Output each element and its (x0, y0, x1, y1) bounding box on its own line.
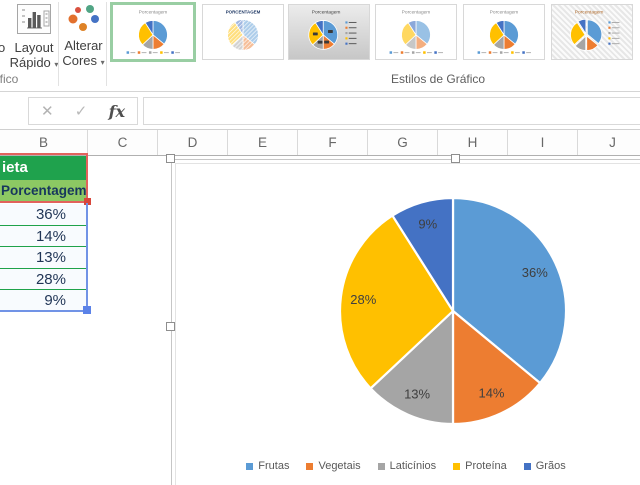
quick-layout-label-1: Layout (8, 40, 60, 55)
column-header-I[interactable]: I (508, 130, 578, 155)
sheet-area: ieta Porcentagem 36%14%13%28%9% 36%14%13… (0, 156, 640, 485)
formula-input[interactable] (143, 97, 640, 125)
column-header-row: BCDEFGHIJ (0, 130, 640, 156)
excel-window: o Layout Rápido (0, 0, 640, 485)
change-colors-label-1: Alterar (61, 38, 106, 53)
change-colors-label-2: Cores ▾ (61, 53, 106, 70)
legend-label: Laticínios (390, 460, 436, 472)
column-header-J[interactable]: J (578, 130, 640, 155)
legend-label: Proteína (465, 460, 507, 472)
formula-bar: ✕ ✓ fx (0, 92, 640, 130)
chart-legend: Frutas Vegetais Laticínios Proteína Grãos (171, 460, 640, 472)
formula-bar-buttons: ✕ ✓ fx (28, 97, 138, 125)
quick-layout-button[interactable]: Layout Rápido ▾ (8, 2, 60, 72)
pie-chart[interactable]: 36% 14% 13% 28% 9% (336, 194, 570, 428)
change-colors-icon (61, 3, 106, 36)
enter-icon[interactable]: ✓ (75, 102, 88, 120)
column-header-D[interactable]: D (158, 130, 228, 155)
data-label: 28% (350, 292, 376, 307)
chart-style-2[interactable]: PORCENTAGEM (202, 4, 284, 60)
chart-style-1[interactable]: Porcentagem (110, 2, 196, 62)
dropdown-arrow-icon: ▾ (101, 58, 105, 67)
chart-style-4[interactable]: Porcentagem (375, 4, 457, 60)
thumb-title: Porcentagem (490, 10, 519, 16)
legend-item-grãos[interactable]: Grãos (524, 460, 566, 472)
legend-swatch-icon (306, 463, 313, 470)
column-header-F[interactable]: F (298, 130, 368, 155)
chart-style-6[interactable]: Porcentagem (551, 4, 633, 60)
chart-group-label-cut: áfico (0, 72, 18, 86)
column-header-C[interactable]: C (88, 130, 158, 155)
legend-label: Frutas (258, 460, 289, 472)
change-colors-button[interactable]: Alterar Cores ▾ (61, 2, 106, 70)
category-range-selection-border (0, 153, 88, 203)
thumb-title: Porcentagem (139, 10, 168, 16)
ribbon-separator (58, 2, 59, 86)
data-label: 36% (522, 265, 548, 280)
cancel-icon[interactable]: ✕ (41, 102, 54, 120)
chart-styles-group-label: Estilos de Gráfico (391, 72, 485, 86)
ribbon-separator (106, 2, 107, 86)
thumb-title: Porcentagem (402, 10, 431, 16)
column-header-B[interactable]: B (0, 130, 88, 155)
data-label: 14% (478, 385, 504, 400)
legend-label: Vegetais (318, 460, 360, 472)
chart-resize-handle-top-middle[interactable] (451, 154, 460, 163)
thumb-title: Porcentagem (575, 10, 604, 16)
chart-style-5[interactable]: Porcentagem (463, 4, 545, 60)
legend-swatch-icon (378, 463, 385, 470)
column-header-H[interactable]: H (438, 130, 508, 155)
thumb-title: Porcentagem (312, 10, 341, 16)
legend-item-vegetais[interactable]: Vegetais (306, 460, 360, 472)
legend-item-proteína[interactable]: Proteína (453, 460, 507, 472)
legend-item-frutas[interactable]: Frutas (246, 460, 289, 472)
column-header-G[interactable]: G (368, 130, 438, 155)
data-label: 13% (404, 387, 430, 402)
value-range-selection-border (0, 203, 88, 312)
chart-style-3[interactable]: Porcentagem (288, 4, 370, 60)
add-chart-element-button-cut[interactable]: o (0, 40, 5, 55)
data-label: 9% (418, 217, 437, 232)
value-range-fill-handle[interactable] (83, 306, 91, 314)
legend-label: Grãos (536, 460, 566, 472)
insert-function-icon[interactable]: fx (109, 102, 125, 121)
legend-item-laticínios[interactable]: Laticínios (378, 460, 436, 472)
legend-swatch-icon (246, 463, 253, 470)
ribbon: o Layout Rápido (0, 0, 640, 92)
quick-layout-icon (8, 3, 60, 38)
legend-swatch-icon (453, 463, 460, 470)
chart-resize-handle-middle-left[interactable] (166, 322, 175, 331)
column-header-E[interactable]: E (228, 130, 298, 155)
thumb-title: PORCENTAGEM (226, 10, 261, 15)
legend-swatch-icon (524, 463, 531, 470)
chart-resize-handle-top-left[interactable] (166, 154, 175, 163)
quick-layout-label-2: Rápido ▾ (8, 55, 60, 72)
